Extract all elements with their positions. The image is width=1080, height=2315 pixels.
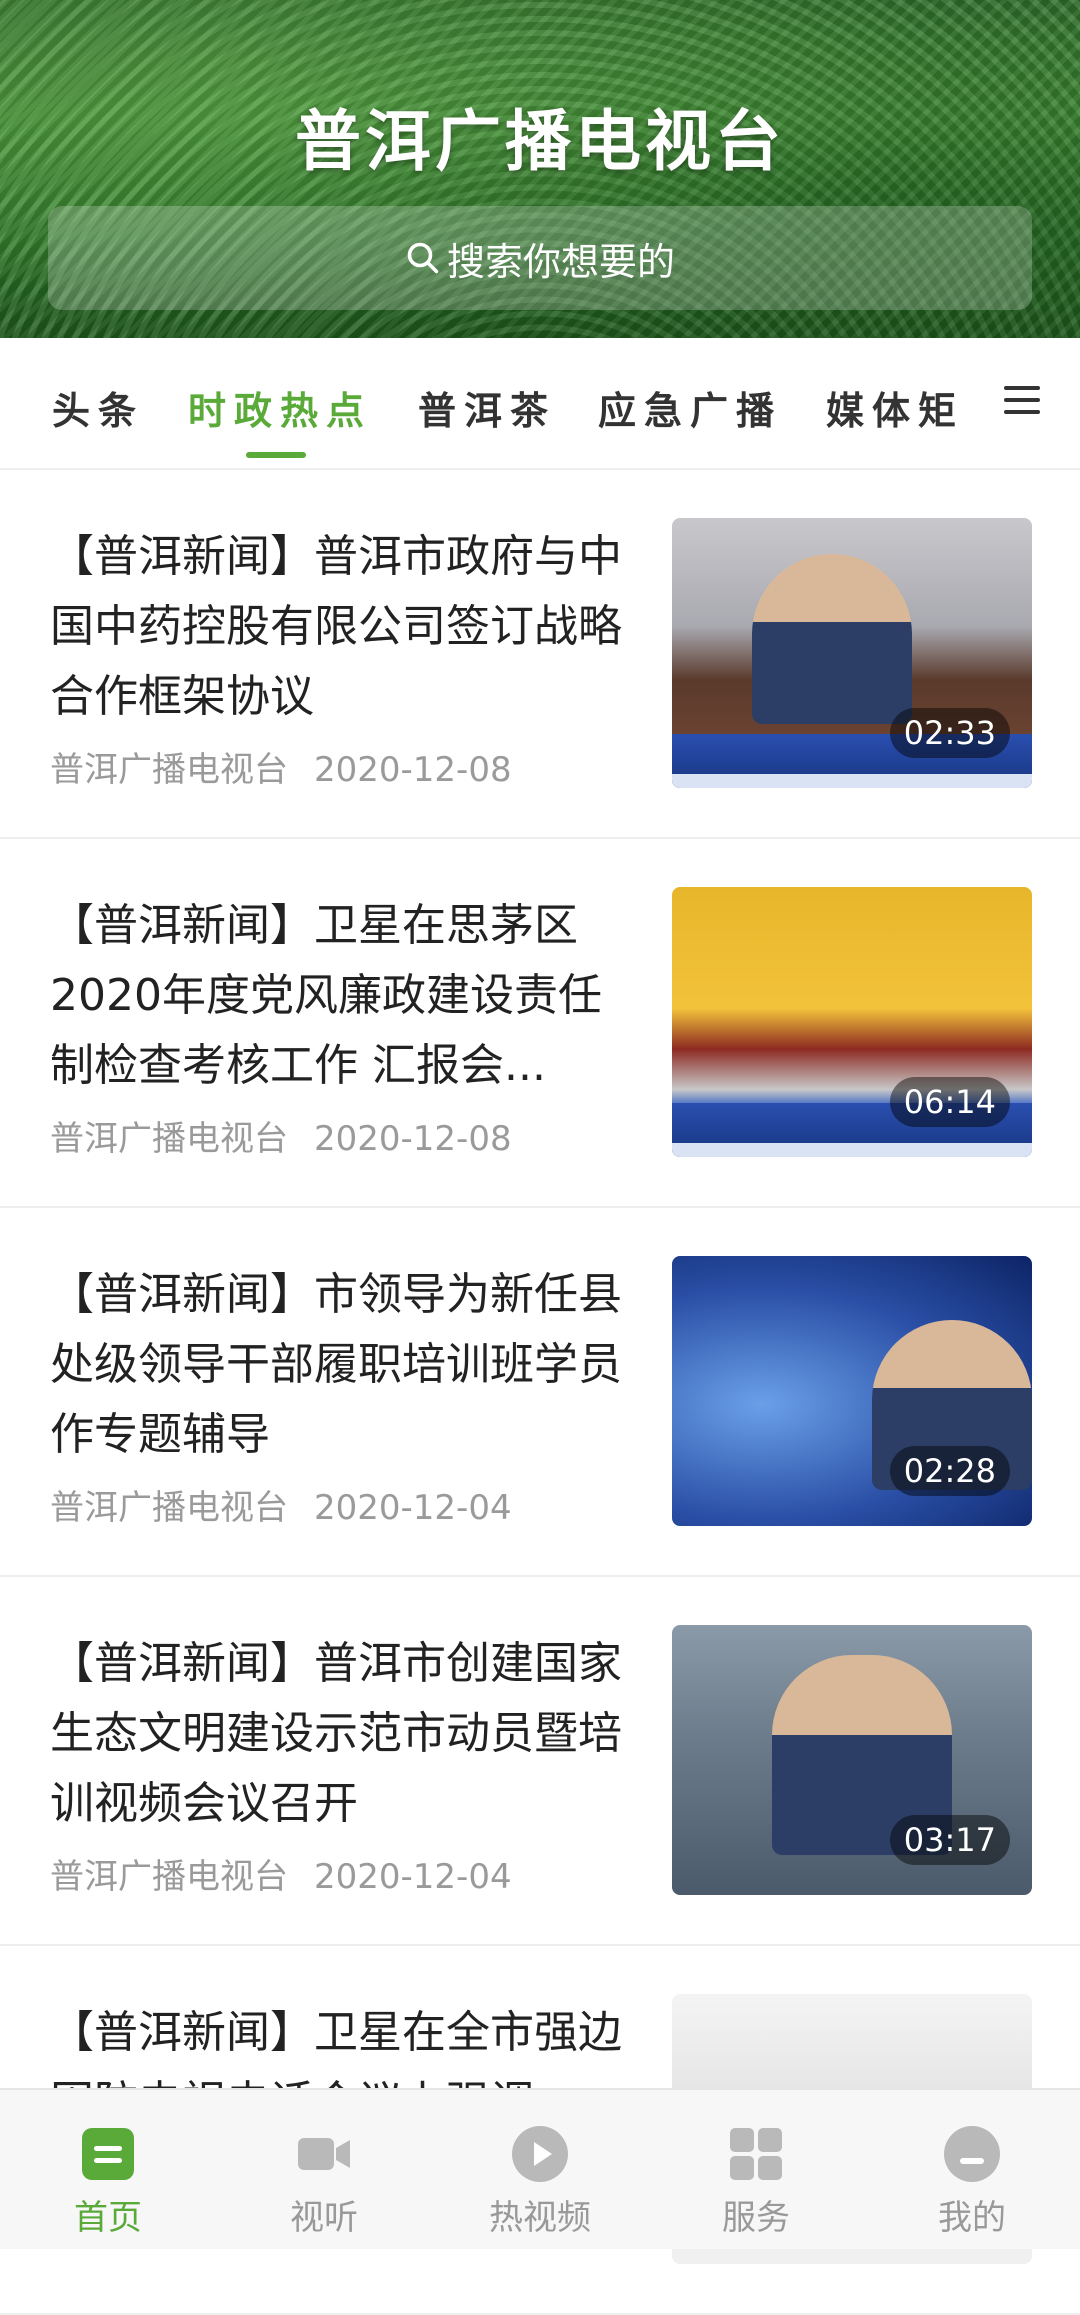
news-thumbnail[interactable]: 02:28	[672, 1256, 1032, 1526]
news-meta: 普洱广播电视台 2020-12-04	[50, 1849, 512, 1898]
video-duration: 06:14	[889, 1077, 1010, 1127]
news-title: 【普洱新闻】市领导为新任县处级领导干部履职培训班学员作专题辅导	[50, 1269, 622, 1460]
video-duration: 03:17	[889, 1815, 1010, 1865]
tab-media-matrix[interactable]: 媒体矩	[826, 380, 964, 435]
news-title: 【普洱新闻】卫星在思茅区2020年度党风廉政建设责任制检查考核工作 汇报会...	[50, 900, 602, 1091]
active-tab-indicator	[246, 452, 306, 458]
video-duration: 02:28	[889, 1446, 1010, 1496]
video-camera-icon	[298, 2138, 350, 2170]
menu-icon[interactable]	[1002, 382, 1042, 418]
news-list: 【普洱新闻】普洱市政府与中国中药控股有限公司签订战略合作框架协议 普洱广播电视台…	[0, 470, 1080, 2315]
nav-label: 服务	[722, 2198, 790, 2238]
tab-headlines[interactable]: 头条	[52, 380, 144, 435]
news-item[interactable]: 【普洱新闻】普洱市创建国家生态文明建设示范市动员暨培训视频会议召开 普洱广播电视…	[0, 1577, 1080, 1946]
search-placeholder: 搜索你想要的	[446, 239, 675, 284]
news-thumbnail[interactable]: 02:33	[672, 518, 1032, 788]
news-date: 2020-12-08	[314, 750, 512, 790]
nav-item-audio-video[interactable]: 视听	[216, 2090, 432, 2249]
app-title: 普洱广播电视台	[295, 103, 785, 180]
news-item[interactable]: 【普洱新闻】市领导为新任县处级领导干部履职培训班学员作专题辅导 普洱广播电视台 2…	[0, 1208, 1080, 1577]
news-source: 普洱广播电视台	[50, 1119, 288, 1159]
category-tabs: 头条 时政热点 普洱茶 应急广播 媒体矩	[0, 338, 1080, 470]
header-banner: 普洱广播电视台 搜索你想要的	[0, 0, 1080, 338]
tab-puer-tea[interactable]: 普洱茶	[418, 380, 556, 435]
bottom-navigation: 首页 视听 热视频 服务 我的	[0, 2088, 1080, 2249]
news-source: 普洱广播电视台	[50, 1857, 288, 1897]
search-input[interactable]: 搜索你想要的	[48, 206, 1032, 310]
thumbnail-person	[752, 554, 912, 724]
nav-label: 热视频	[489, 2198, 591, 2238]
tab-emergency-broadcast[interactable]: 应急广播	[598, 380, 782, 435]
news-thumbnail[interactable]: 03:17	[672, 1625, 1032, 1895]
news-item[interactable]: 【普洱新闻】卫星在思茅区2020年度党风廉政建设责任制检查考核工作 汇报会...…	[0, 839, 1080, 1208]
nav-item-profile[interactable]: 我的	[864, 2090, 1080, 2249]
news-item[interactable]: 【普洱新闻】普洱市政府与中国中药控股有限公司签订战略合作框架协议 普洱广播电视台…	[0, 470, 1080, 839]
user-icon	[944, 2126, 1000, 2182]
play-circle-icon	[512, 2126, 568, 2182]
search-icon	[407, 242, 439, 274]
news-meta: 普洱广播电视台 2020-12-08	[50, 742, 512, 791]
nav-item-hot-videos[interactable]: 热视频	[432, 2090, 648, 2249]
news-meta: 普洱广播电视台 2020-12-08	[50, 1111, 512, 1160]
news-source: 普洱广播电视台	[50, 750, 288, 790]
news-date: 2020-12-04	[314, 1857, 512, 1897]
news-title: 【普洱新闻】普洱市创建国家生态文明建设示范市动员暨培训视频会议召开	[50, 1638, 622, 1829]
news-title: 【普洱新闻】普洱市政府与中国中药控股有限公司签订战略合作框架协议	[50, 531, 622, 722]
home-icon	[82, 2128, 134, 2180]
nav-item-services[interactable]: 服务	[648, 2090, 864, 2249]
nav-item-home[interactable]: 首页	[0, 2090, 216, 2249]
news-date: 2020-12-04	[314, 1488, 512, 1528]
grid-icon	[730, 2128, 782, 2180]
nav-label: 视听	[290, 2198, 358, 2238]
news-thumbnail[interactable]: 06:14	[672, 887, 1032, 1157]
news-source: 普洱广播电视台	[50, 1488, 288, 1528]
nav-label: 首页	[74, 2198, 142, 2238]
news-meta: 普洱广播电视台 2020-12-04	[50, 1480, 512, 1529]
nav-label: 我的	[938, 2198, 1006, 2238]
news-date: 2020-12-08	[314, 1119, 512, 1159]
video-duration: 02:33	[889, 708, 1010, 758]
tab-politics[interactable]: 时政热点	[188, 380, 372, 435]
